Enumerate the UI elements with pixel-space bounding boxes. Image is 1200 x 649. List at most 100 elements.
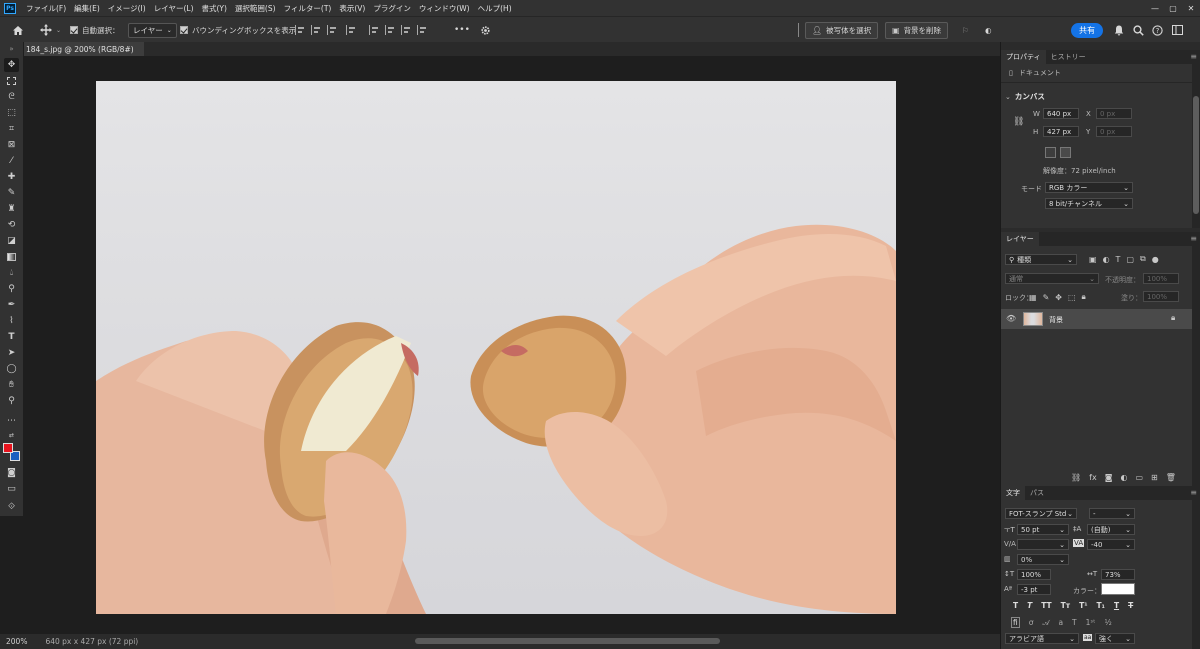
brush-tool-icon[interactable]: ✎: [4, 186, 19, 200]
curvature-pen-tool-icon[interactable]: ⌇: [4, 314, 19, 328]
distribute-icon[interactable]: [346, 25, 356, 35]
screen-mode-icon[interactable]: ▭: [4, 482, 19, 496]
align-middle-icon[interactable]: [385, 25, 395, 35]
adjustment-filter-icon[interactable]: ◐: [1103, 255, 1110, 264]
menu-filter[interactable]: フィルター(T): [280, 3, 336, 14]
layers-scrollbar[interactable]: [1192, 246, 1200, 486]
zoom-level[interactable]: 200%: [6, 637, 27, 646]
move-tool-icon[interactable]: ⌄: [40, 17, 61, 43]
marquee-tool-icon[interactable]: [4, 74, 19, 88]
tab-character[interactable]: 文字: [1001, 486, 1025, 500]
text-color-swatch[interactable]: [1101, 583, 1135, 595]
layer-row[interactable]: 👁︎ 背景 🔒︎: [1001, 309, 1193, 329]
tracking-field[interactable]: -40 ⌄: [1087, 539, 1135, 550]
tab-layers[interactable]: レイヤー: [1001, 232, 1039, 246]
menu-image[interactable]: イメージ(I): [104, 3, 150, 14]
foreground-color-swatch[interactable]: [3, 443, 13, 453]
help-icon[interactable]: ?: [1152, 17, 1163, 43]
small-caps-icon[interactable]: Tт: [1061, 601, 1070, 610]
lasso-tool-icon[interactable]: ᘓ: [4, 90, 19, 104]
auto-select-checkbox[interactable]: [70, 26, 78, 34]
distribute-vertical-icon[interactable]: [417, 25, 427, 35]
lock-image-icon[interactable]: ✎: [1043, 293, 1050, 302]
search-icon[interactable]: [1133, 17, 1144, 43]
toolbar-collapse-icon[interactable]: »: [0, 42, 23, 56]
generative-icon[interactable]: ⟐: [4, 500, 19, 514]
close-icon[interactable]: ✕: [1182, 0, 1200, 16]
font-family-dropdown[interactable]: FOT-スランプ Std ⌄: [1005, 508, 1077, 519]
all-caps-icon[interactable]: TT: [1041, 601, 1051, 610]
new-group-icon[interactable]: ▭: [1135, 473, 1143, 482]
link-icon[interactable]: ⛓: [1013, 117, 1024, 127]
menu-select[interactable]: 選択範囲(S): [231, 3, 280, 14]
panel-menu-icon[interactable]: ≡: [1190, 52, 1197, 61]
font-style-dropdown[interactable]: - ⌄: [1089, 508, 1135, 519]
y-field[interactable]: 0 px: [1096, 126, 1132, 137]
superscript-icon[interactable]: T¹: [1079, 601, 1087, 610]
horizontal-scale-field[interactable]: 73%: [1101, 569, 1135, 580]
height-field[interactable]: 427 px: [1043, 126, 1079, 137]
antialias-dropdown[interactable]: 強く ⌄: [1095, 633, 1135, 644]
select-subject-button[interactable]: 👤︎ 被写体を選択: [805, 21, 879, 39]
tab-paths[interactable]: パス: [1025, 486, 1049, 500]
align-right-icon[interactable]: [327, 25, 337, 35]
remove-background-button[interactable]: ▣ 背景を削除: [885, 21, 949, 39]
object-selection-tool-icon[interactable]: ⬚: [4, 106, 19, 120]
menu-type[interactable]: 書式(Y): [198, 3, 231, 14]
layer-filter-dropdown[interactable]: ⚲ 種類 ⌄: [1005, 254, 1077, 265]
menu-view[interactable]: 表示(V): [335, 3, 369, 14]
chevron-down-icon[interactable]: ⌄: [56, 27, 61, 34]
new-adjustment-icon[interactable]: ◐: [1120, 473, 1127, 482]
layer-style-icon[interactable]: fx: [1089, 473, 1097, 482]
pen-tool-icon[interactable]: ✒: [4, 298, 19, 312]
quick-mask-icon[interactable]: ◙: [4, 466, 19, 480]
clone-stamp-tool-icon[interactable]: ♜: [4, 202, 19, 216]
baseline-shift-field[interactable]: -3 pt: [1017, 584, 1051, 595]
document-tab[interactable]: 184_s.jpg @ 200% (RGB/8#): [24, 42, 144, 56]
blur-tool-icon[interactable]: 💧︎: [4, 266, 19, 280]
panel-menu-icon[interactable]: ≡: [1190, 234, 1197, 243]
workspace-horizontal-scrollbar[interactable]: [150, 638, 990, 644]
leading-field[interactable]: (自動) ⌄: [1087, 524, 1135, 535]
character-scrollbar[interactable]: [1192, 500, 1200, 649]
type-filter-icon[interactable]: T: [1116, 255, 1121, 264]
color-mode-dropdown[interactable]: RGB カラー ⌄: [1045, 182, 1133, 193]
workspace-vertical-scrollbar[interactable]: [990, 56, 1000, 634]
scrollbar-thumb[interactable]: [1193, 96, 1199, 214]
history-brush-tool-icon[interactable]: ⟲: [4, 218, 19, 232]
chevron-down-icon[interactable]: ⌄: [1005, 93, 1011, 101]
portrait-orientation-icon[interactable]: [1045, 147, 1056, 158]
discretionary-ligature-icon[interactable]: ơ: [1029, 618, 1034, 627]
tsume-field[interactable]: 0% ⌄: [1017, 554, 1069, 565]
menu-window[interactable]: ウィンドウ(W): [415, 3, 474, 14]
edit-toolbar-icon[interactable]: ⋯: [4, 414, 19, 428]
minimize-icon[interactable]: —: [1146, 0, 1164, 16]
eyedropper-tool-icon[interactable]: ⁄: [4, 154, 19, 168]
share-button[interactable]: 共有: [1071, 22, 1103, 38]
add-mask-icon[interactable]: ◙: [1105, 473, 1113, 482]
maximize-icon[interactable]: ▢: [1164, 0, 1182, 16]
crop-tool-icon[interactable]: ⌗: [4, 122, 19, 136]
eraser-tool-icon[interactable]: ◪: [4, 234, 19, 248]
align-top-icon[interactable]: [369, 25, 379, 35]
type-tool-icon[interactable]: T: [4, 330, 19, 344]
path-selection-tool-icon[interactable]: ➤: [4, 346, 19, 360]
align-bottom-icon[interactable]: [401, 25, 411, 35]
language-dropdown[interactable]: アラビア語 ⌄: [1005, 633, 1079, 644]
ligature-icon[interactable]: fi: [1011, 617, 1020, 628]
blend-mode-dropdown[interactable]: 通常 ⌄: [1005, 273, 1099, 284]
lock-position-icon[interactable]: ✥: [1055, 293, 1062, 302]
healing-brush-tool-icon[interactable]: ✚: [4, 170, 19, 184]
lock-transparent-icon[interactable]: ▦: [1029, 293, 1037, 302]
properties-scrollbar[interactable]: [1192, 64, 1200, 228]
lock-all-icon[interactable]: 🔒︎: [1082, 292, 1086, 302]
auto-select-target-dropdown[interactable]: レイヤー ⌄: [128, 22, 177, 38]
stylistic-alternates-icon[interactable]: a: [1058, 618, 1063, 627]
dodge-tool-icon[interactable]: ⚲: [4, 282, 19, 296]
fill-field[interactable]: 100%: [1143, 291, 1179, 302]
gear-icon[interactable]: [480, 17, 491, 43]
strikethrough-icon[interactable]: T: [1128, 601, 1133, 610]
show-bounding-box-checkbox[interactable]: [180, 26, 188, 34]
gradient-tool-icon[interactable]: [4, 250, 19, 264]
more-options-button[interactable]: •••: [454, 17, 470, 43]
